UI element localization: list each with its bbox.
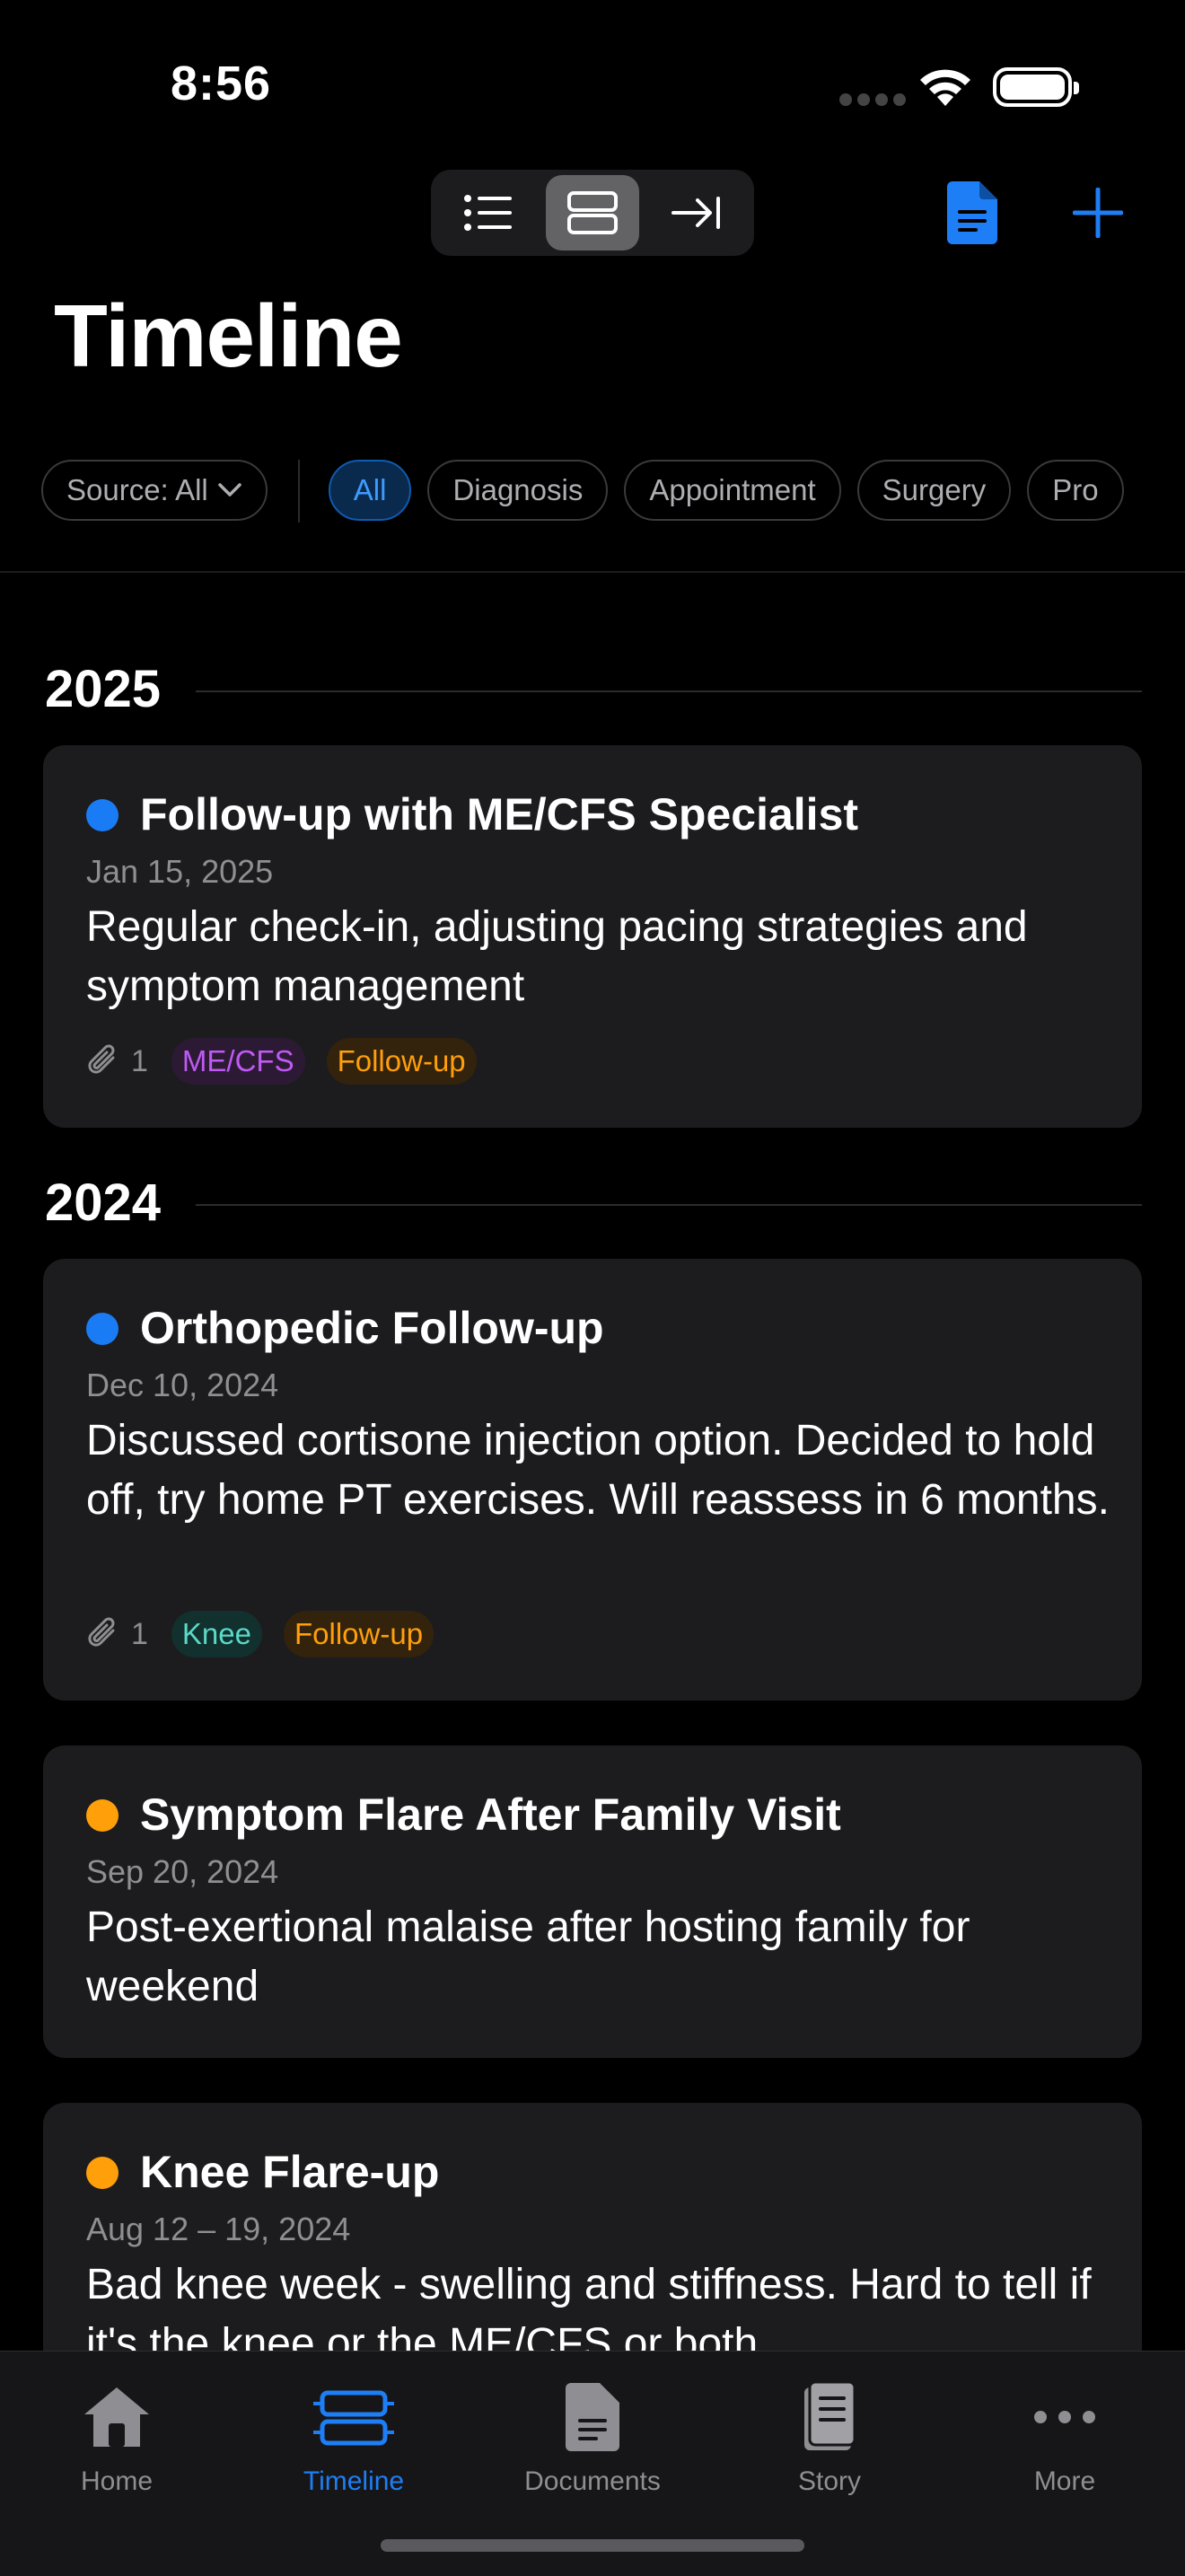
tab-label: More — [1033, 2466, 1096, 2496]
tag-knee: Knee — [171, 1611, 262, 1657]
cards-icon — [567, 191, 618, 234]
view-mode-toggle — [431, 170, 754, 256]
year-divider — [196, 1204, 1142, 1206]
event-date: Sep 20, 2024 — [86, 1853, 279, 1890]
attachment-count: 1 — [131, 1043, 148, 1078]
tab-documents[interactable]: Documents — [494, 2368, 691, 2497]
list-icon — [464, 195, 512, 231]
battery-icon — [993, 67, 1079, 107]
tag-me-cfs: ME/CFS — [171, 1038, 305, 1085]
tab-label: Documents — [524, 2466, 661, 2496]
ellipsis-icon — [1034, 2411, 1095, 2423]
list-view-button[interactable] — [442, 175, 535, 251]
document-icon — [947, 181, 997, 244]
source-filter-label: Source: All — [66, 473, 208, 506]
event-description: Post-exertional malaise after hosting fa… — [86, 1903, 970, 2010]
book-icon — [804, 2382, 856, 2450]
event-meta: 1 ME/CFS Follow-up — [86, 1038, 498, 1085]
document-icon — [566, 2383, 619, 2451]
status-time: 8:56 — [171, 57, 272, 110]
source-filter-dropdown[interactable]: Source: All — [41, 460, 268, 521]
timeline-event-card[interactable]: Follow-up with ME/CFS Specialist Jan 15,… — [43, 745, 1142, 1128]
event-title: Symptom Flare After Family Visit — [140, 1789, 841, 1840]
timeline-event-card[interactable]: Orthopedic Follow-up Dec 10, 2024 Discus… — [43, 1259, 1142, 1701]
event-title: Orthopedic Follow-up — [140, 1303, 604, 1353]
tab-more[interactable]: More — [966, 2368, 1163, 2497]
wifi-icon — [917, 65, 973, 112]
event-type-dot — [86, 1313, 118, 1345]
documents-button[interactable] — [941, 178, 1004, 248]
event-type-dot — [86, 2157, 118, 2189]
year-divider — [196, 690, 1142, 692]
year-header-2025: 2025 — [45, 660, 162, 718]
divider — [0, 571, 1185, 573]
event-date: Aug 12 – 19, 2024 — [86, 2211, 351, 2247]
page-title: Timeline — [54, 286, 403, 385]
jump-to-button[interactable] — [650, 175, 743, 251]
chevron-down-icon — [218, 483, 241, 497]
cards-view-button[interactable] — [546, 175, 639, 251]
tab-home[interactable]: Home — [18, 2368, 215, 2497]
year-header-2024: 2024 — [45, 1174, 162, 1232]
jump-icon — [672, 197, 720, 229]
filter-bar: Source: All All Diagnosis Appointment Surger… — [41, 460, 1185, 523]
category-chip-procedure[interactable]: Pro — [1027, 460, 1124, 521]
tag-follow-up: Follow-up — [326, 1038, 477, 1085]
tab-label: Story — [797, 2466, 862, 2496]
event-title: Follow-up with ME/CFS Specialist — [140, 789, 859, 840]
event-meta: 1 Knee Follow-up — [86, 1611, 455, 1657]
tab-label: Home — [80, 2466, 154, 2496]
event-title: Knee Flare-up — [140, 2147, 440, 2197]
paperclip-icon — [88, 1617, 115, 1647]
timeline-event-card[interactable]: Symptom Flare After Family Visit Sep 20,… — [43, 1745, 1142, 2058]
add-event-button[interactable] — [1066, 178, 1129, 248]
event-description: Regular check-in, adjusting pacing strat… — [86, 903, 1028, 1010]
cellular-signal-icon — [839, 93, 913, 106]
tab-label: Timeline — [303, 2466, 405, 2496]
tab-timeline[interactable]: Timeline — [255, 2368, 452, 2497]
event-description: Discussed cortisone injection option. De… — [86, 1417, 1110, 1524]
tab-story[interactable]: Story — [731, 2368, 928, 2497]
category-chip-diagnosis[interactable]: Diagnosis — [427, 460, 609, 521]
category-chip-surgery[interactable]: Surgery — [856, 460, 1012, 521]
event-type-dot — [86, 799, 118, 831]
plus-icon — [1073, 188, 1123, 238]
home-indicator — [381, 2539, 804, 2552]
category-chip-appointment[interactable]: Appointment — [624, 460, 841, 521]
attachment-count: 1 — [131, 1616, 148, 1651]
event-date: Jan 15, 2025 — [86, 853, 274, 890]
category-chip-all[interactable]: All — [328, 460, 412, 521]
paperclip-icon — [88, 1044, 115, 1074]
tag-follow-up: Follow-up — [284, 1611, 434, 1657]
event-date: Dec 10, 2024 — [86, 1367, 279, 1403]
house-icon — [84, 2387, 149, 2447]
filter-divider — [297, 460, 300, 523]
timeline-icon — [313, 2390, 394, 2446]
event-type-dot — [86, 1799, 118, 1832]
